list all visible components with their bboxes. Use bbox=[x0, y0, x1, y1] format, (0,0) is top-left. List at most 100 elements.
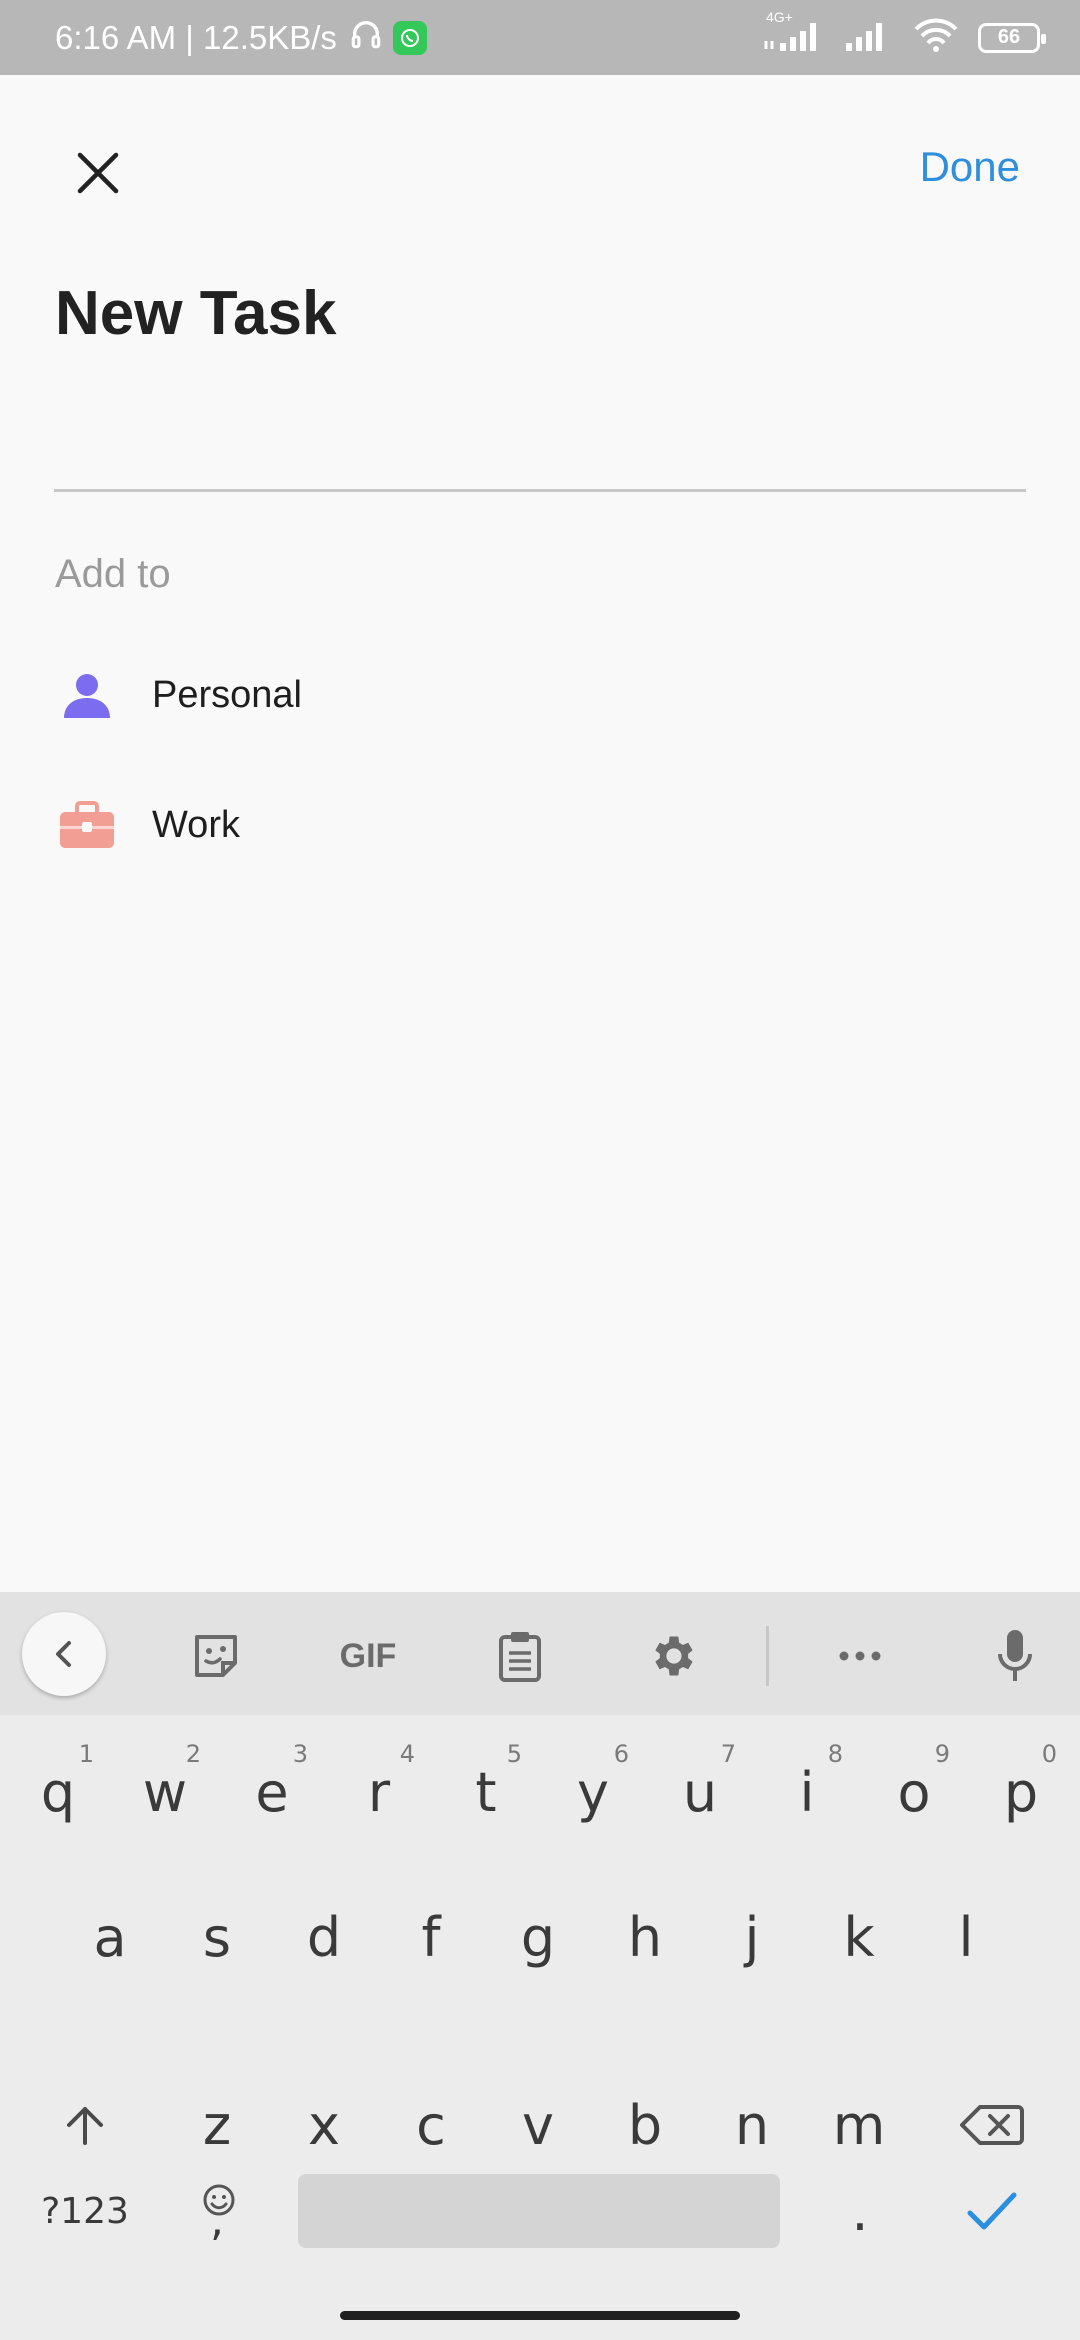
space-bar[interactable] bbox=[298, 2174, 780, 2248]
chevron-left-icon bbox=[56, 1641, 71, 1667]
letter-key[interactable]: r4 bbox=[329, 1732, 429, 1852]
letter-key[interactable]: o9 bbox=[864, 1732, 964, 1852]
key-label: a bbox=[93, 1905, 127, 1969]
key-label: e bbox=[255, 1760, 289, 1824]
letter-key[interactable]: c bbox=[381, 2065, 481, 2185]
gear-icon bbox=[655, 1636, 693, 1676]
key-label: h bbox=[627, 1905, 663, 1969]
key-number-hint: 3 bbox=[292, 1740, 308, 1768]
list-item-work[interactable]: Work bbox=[55, 775, 955, 875]
clipboard-button[interactable] bbox=[480, 1616, 560, 1696]
key-number-hint: 9 bbox=[934, 1740, 950, 1768]
close-icon bbox=[77, 152, 119, 194]
key-number-hint: 5 bbox=[506, 1740, 522, 1768]
sticker-button[interactable] bbox=[176, 1616, 256, 1696]
more-button[interactable] bbox=[820, 1616, 900, 1696]
letter-key[interactable]: i8 bbox=[757, 1732, 857, 1852]
microphone-icon bbox=[998, 1630, 1032, 1681]
key-label: q bbox=[40, 1760, 76, 1824]
symbols-key[interactable]: ?123 bbox=[35, 2151, 135, 2271]
letter-key[interactable]: v bbox=[488, 2065, 588, 2185]
key-number-hint: 8 bbox=[827, 1740, 843, 1768]
network-type-label: 4G+ bbox=[766, 9, 793, 25]
letter-key[interactable]: e3 bbox=[222, 1732, 322, 1852]
key-number-hint: 6 bbox=[613, 1740, 629, 1768]
headphones-icon bbox=[349, 17, 383, 59]
key-label: o bbox=[897, 1760, 931, 1824]
key-label: i bbox=[799, 1760, 815, 1824]
letter-key[interactable]: m bbox=[809, 2065, 909, 2185]
wifi-icon bbox=[912, 15, 960, 60]
key-label: v bbox=[522, 2093, 554, 2157]
letter-key[interactable]: f bbox=[381, 1877, 481, 1997]
letter-key[interactable]: n bbox=[702, 2065, 802, 2185]
key-label: k bbox=[843, 1905, 875, 1969]
key-number-hint: 2 bbox=[185, 1740, 201, 1768]
add-to-label: Add to bbox=[55, 552, 171, 596]
letter-key[interactable]: y6 bbox=[543, 1732, 643, 1852]
backspace-icon bbox=[960, 2105, 1024, 2145]
list-item-personal[interactable]: Personal bbox=[55, 645, 955, 745]
whatsapp-icon bbox=[392, 20, 427, 55]
key-label: u bbox=[682, 1760, 718, 1824]
key-label: m bbox=[832, 2093, 886, 2157]
briefcase-icon bbox=[55, 793, 119, 857]
key-number-hint: 0 bbox=[1041, 1740, 1057, 1768]
letter-key[interactable]: u7 bbox=[650, 1732, 750, 1852]
key-label: b bbox=[627, 2093, 663, 2157]
key-label: n bbox=[734, 2093, 770, 2157]
letter-key[interactable]: s bbox=[167, 1877, 267, 1997]
keyboard: GIF ?123 , . q1w2e3r4t5y6u7i8o9p0a s d f… bbox=[0, 1592, 1080, 2340]
key-label: x bbox=[308, 2093, 340, 2157]
settings-button[interactable] bbox=[632, 1616, 712, 1696]
page-title: New Task bbox=[55, 279, 337, 348]
status-time-speed: 6:16 AM | 12.5KB/s bbox=[55, 18, 337, 56]
letter-key[interactable]: j bbox=[702, 1877, 802, 1997]
letter-key[interactable]: z bbox=[167, 2065, 267, 2185]
cell-signal-1-icon: 4G+ bbox=[760, 9, 824, 60]
clipboard-icon bbox=[499, 1632, 541, 1682]
key-label: w bbox=[142, 1760, 188, 1824]
voice-input-button[interactable] bbox=[975, 1616, 1055, 1696]
toolbar-divider bbox=[766, 1626, 769, 1686]
comma-label: , bbox=[210, 2195, 224, 2246]
home-indicator bbox=[340, 2311, 740, 2320]
key-label: s bbox=[202, 1905, 232, 1969]
key-label: t bbox=[475, 1760, 497, 1824]
enter-key[interactable] bbox=[942, 2151, 1042, 2271]
key-label: z bbox=[202, 2093, 232, 2157]
person-icon bbox=[55, 663, 119, 727]
letter-key[interactable]: k bbox=[809, 1877, 909, 1997]
gif-button[interactable]: GIF bbox=[328, 1616, 408, 1696]
shift-arrow-icon bbox=[67, 2107, 103, 2145]
letter-key[interactable]: h bbox=[595, 1877, 695, 1997]
key-number-hint: 7 bbox=[720, 1740, 736, 1768]
key-label: y bbox=[577, 1760, 609, 1824]
letter-key[interactable]: x bbox=[274, 2065, 374, 2185]
close-button[interactable] bbox=[60, 135, 136, 211]
status-bar: 6:16 AM | 12.5KB/s 4G+ 66 bbox=[0, 0, 1080, 75]
done-button[interactable]: Done bbox=[920, 143, 1020, 191]
key-label: p bbox=[1003, 1760, 1039, 1824]
letter-key[interactable]: q1 bbox=[8, 1732, 108, 1852]
key-label: r bbox=[367, 1760, 391, 1824]
toolbar-back-button[interactable] bbox=[22, 1612, 106, 1696]
letter-key[interactable]: w2 bbox=[115, 1732, 215, 1852]
letter-key[interactable]: p0 bbox=[971, 1732, 1071, 1852]
key-label: c bbox=[416, 2093, 446, 2157]
battery-level: 66 bbox=[997, 26, 1021, 48]
letter-key[interactable]: d bbox=[274, 1877, 374, 1997]
task-name-input[interactable] bbox=[54, 380, 1026, 492]
status-left: 6:16 AM | 12.5KB/s bbox=[55, 0, 427, 75]
key-label: l bbox=[958, 1905, 974, 1969]
letter-key[interactable]: l bbox=[916, 1877, 1016, 1997]
key-label: g bbox=[520, 1905, 556, 1969]
list-item-label: Work bbox=[152, 803, 240, 846]
cell-signal-2-icon bbox=[842, 15, 894, 60]
key-number-hint: 1 bbox=[78, 1740, 94, 1768]
letter-key[interactable]: a bbox=[60, 1877, 160, 1997]
letter-key[interactable]: b bbox=[595, 2065, 695, 2185]
letter-key[interactable]: g bbox=[488, 1877, 588, 1997]
letter-key[interactable]: t5 bbox=[436, 1732, 536, 1852]
key-label: f bbox=[421, 1905, 441, 1969]
